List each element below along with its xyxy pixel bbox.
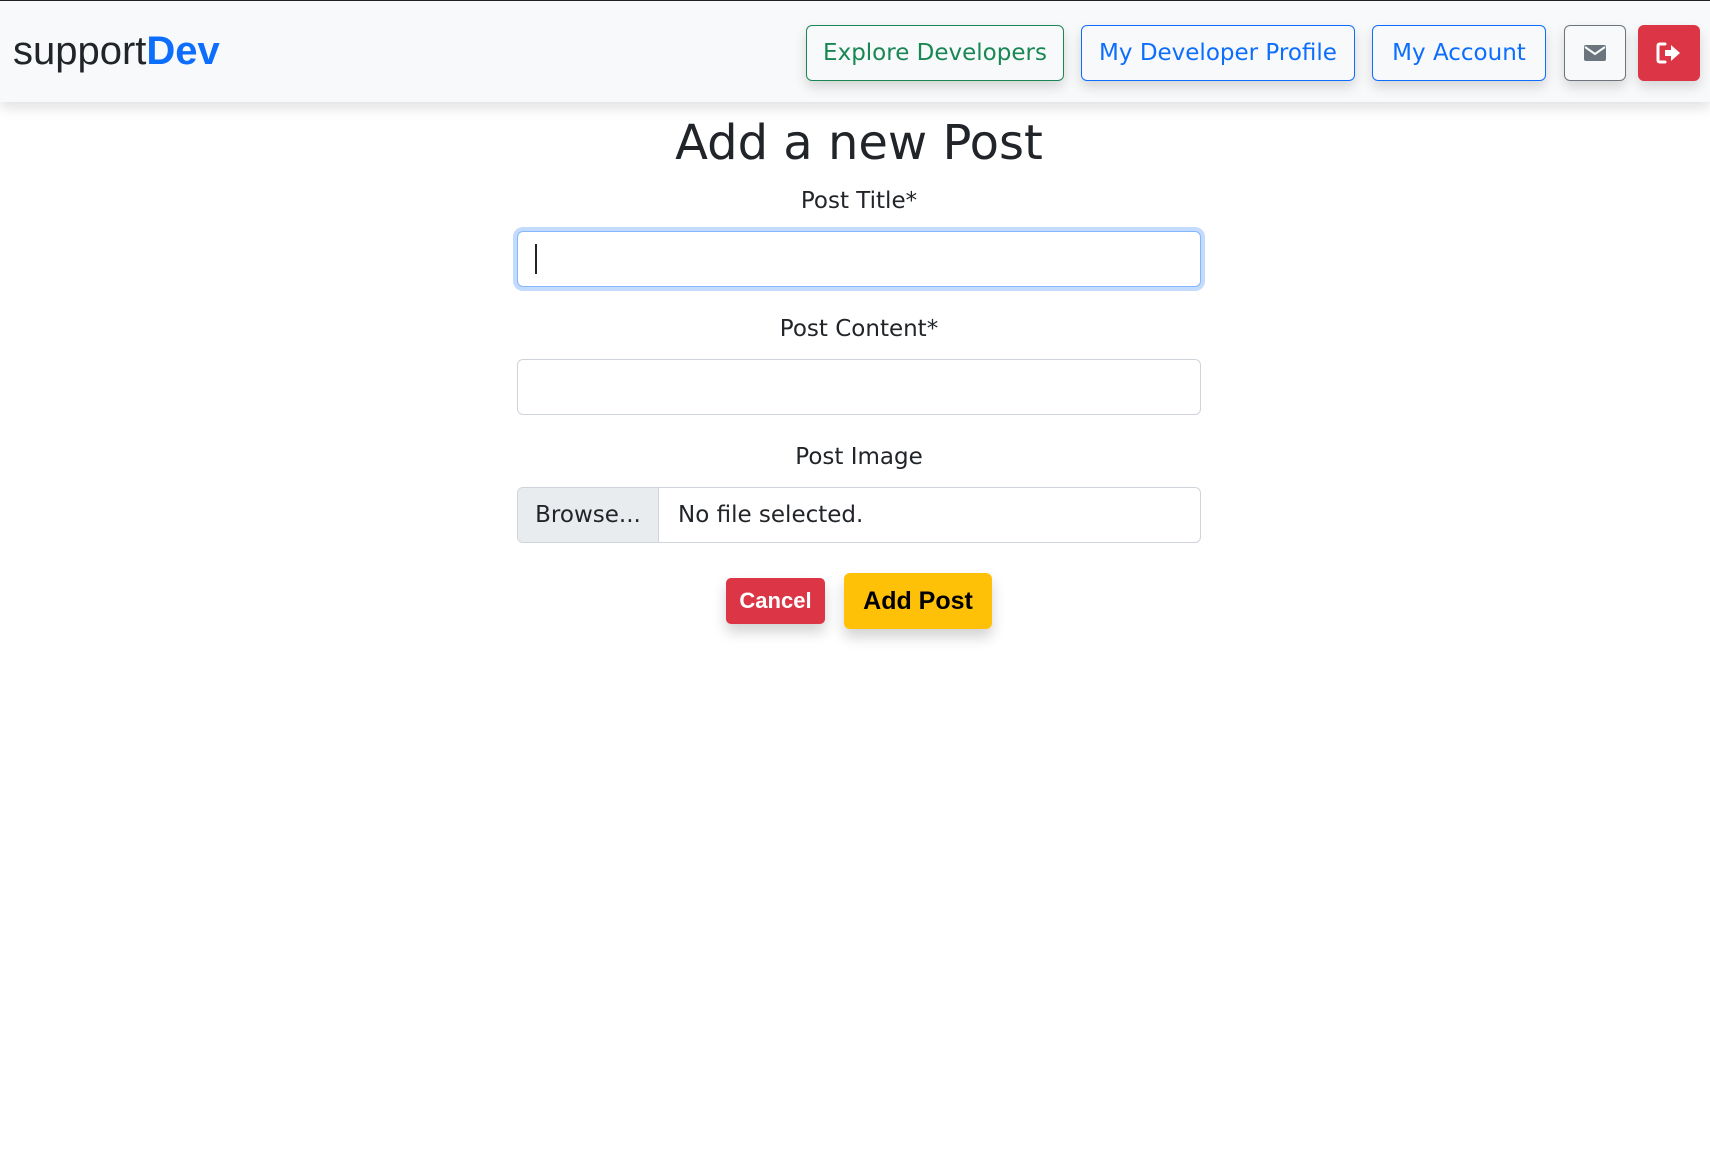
browse-button[interactable]: Browse... — [518, 488, 659, 542]
add-post-button[interactable]: Add Post — [844, 573, 992, 629]
my-developer-profile-button[interactable]: My Developer Profile — [1081, 25, 1355, 81]
envelope-icon — [1565, 26, 1625, 80]
brand-logo[interactable]: supportDev — [13, 27, 220, 75]
text-cursor — [535, 244, 537, 274]
top-navbar: supportDev Explore Developers My Develop… — [0, 0, 1710, 102]
sign-out-icon — [1639, 26, 1699, 80]
brand-prefix: support — [13, 29, 147, 73]
file-status-text: No file selected. — [678, 502, 864, 528]
explore-developers-button[interactable]: Explore Developers — [806, 25, 1064, 81]
cancel-button[interactable]: Cancel — [726, 578, 825, 624]
post-image-file-input[interactable]: Browse... No file selected. — [517, 487, 1201, 543]
brand-accent: Dev — [146, 29, 220, 73]
post-content-input[interactable] — [517, 359, 1201, 415]
logout-button[interactable] — [1638, 25, 1700, 81]
messages-button[interactable] — [1564, 25, 1626, 81]
post-title-input[interactable] — [517, 231, 1201, 287]
post-image-label: Post Image — [795, 444, 923, 470]
page-title: Add a new Post — [675, 115, 1043, 171]
post-title-label: Post Title* — [800, 188, 918, 214]
my-account-button[interactable]: My Account — [1372, 25, 1546, 81]
post-content-label: Post Content* — [779, 316, 939, 342]
